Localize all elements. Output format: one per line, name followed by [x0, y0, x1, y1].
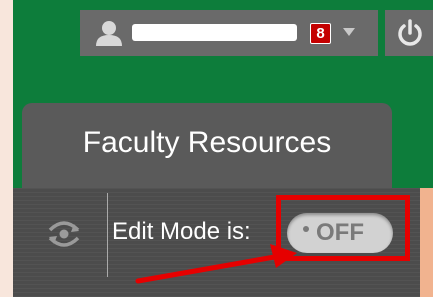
user-name[interactable]	[132, 24, 297, 41]
arrow-pointer-icon	[135, 244, 297, 284]
page-edge	[420, 188, 433, 297]
tab-label: Faculty Resources	[82, 126, 332, 159]
notification-badge[interactable]: 8	[310, 23, 331, 44]
power-icon[interactable]	[395, 18, 425, 48]
toolbar-divider	[107, 193, 108, 277]
user-icon	[96, 21, 122, 46]
chevron-down-icon[interactable]	[343, 28, 355, 36]
refresh-view-icon[interactable]	[44, 218, 84, 250]
